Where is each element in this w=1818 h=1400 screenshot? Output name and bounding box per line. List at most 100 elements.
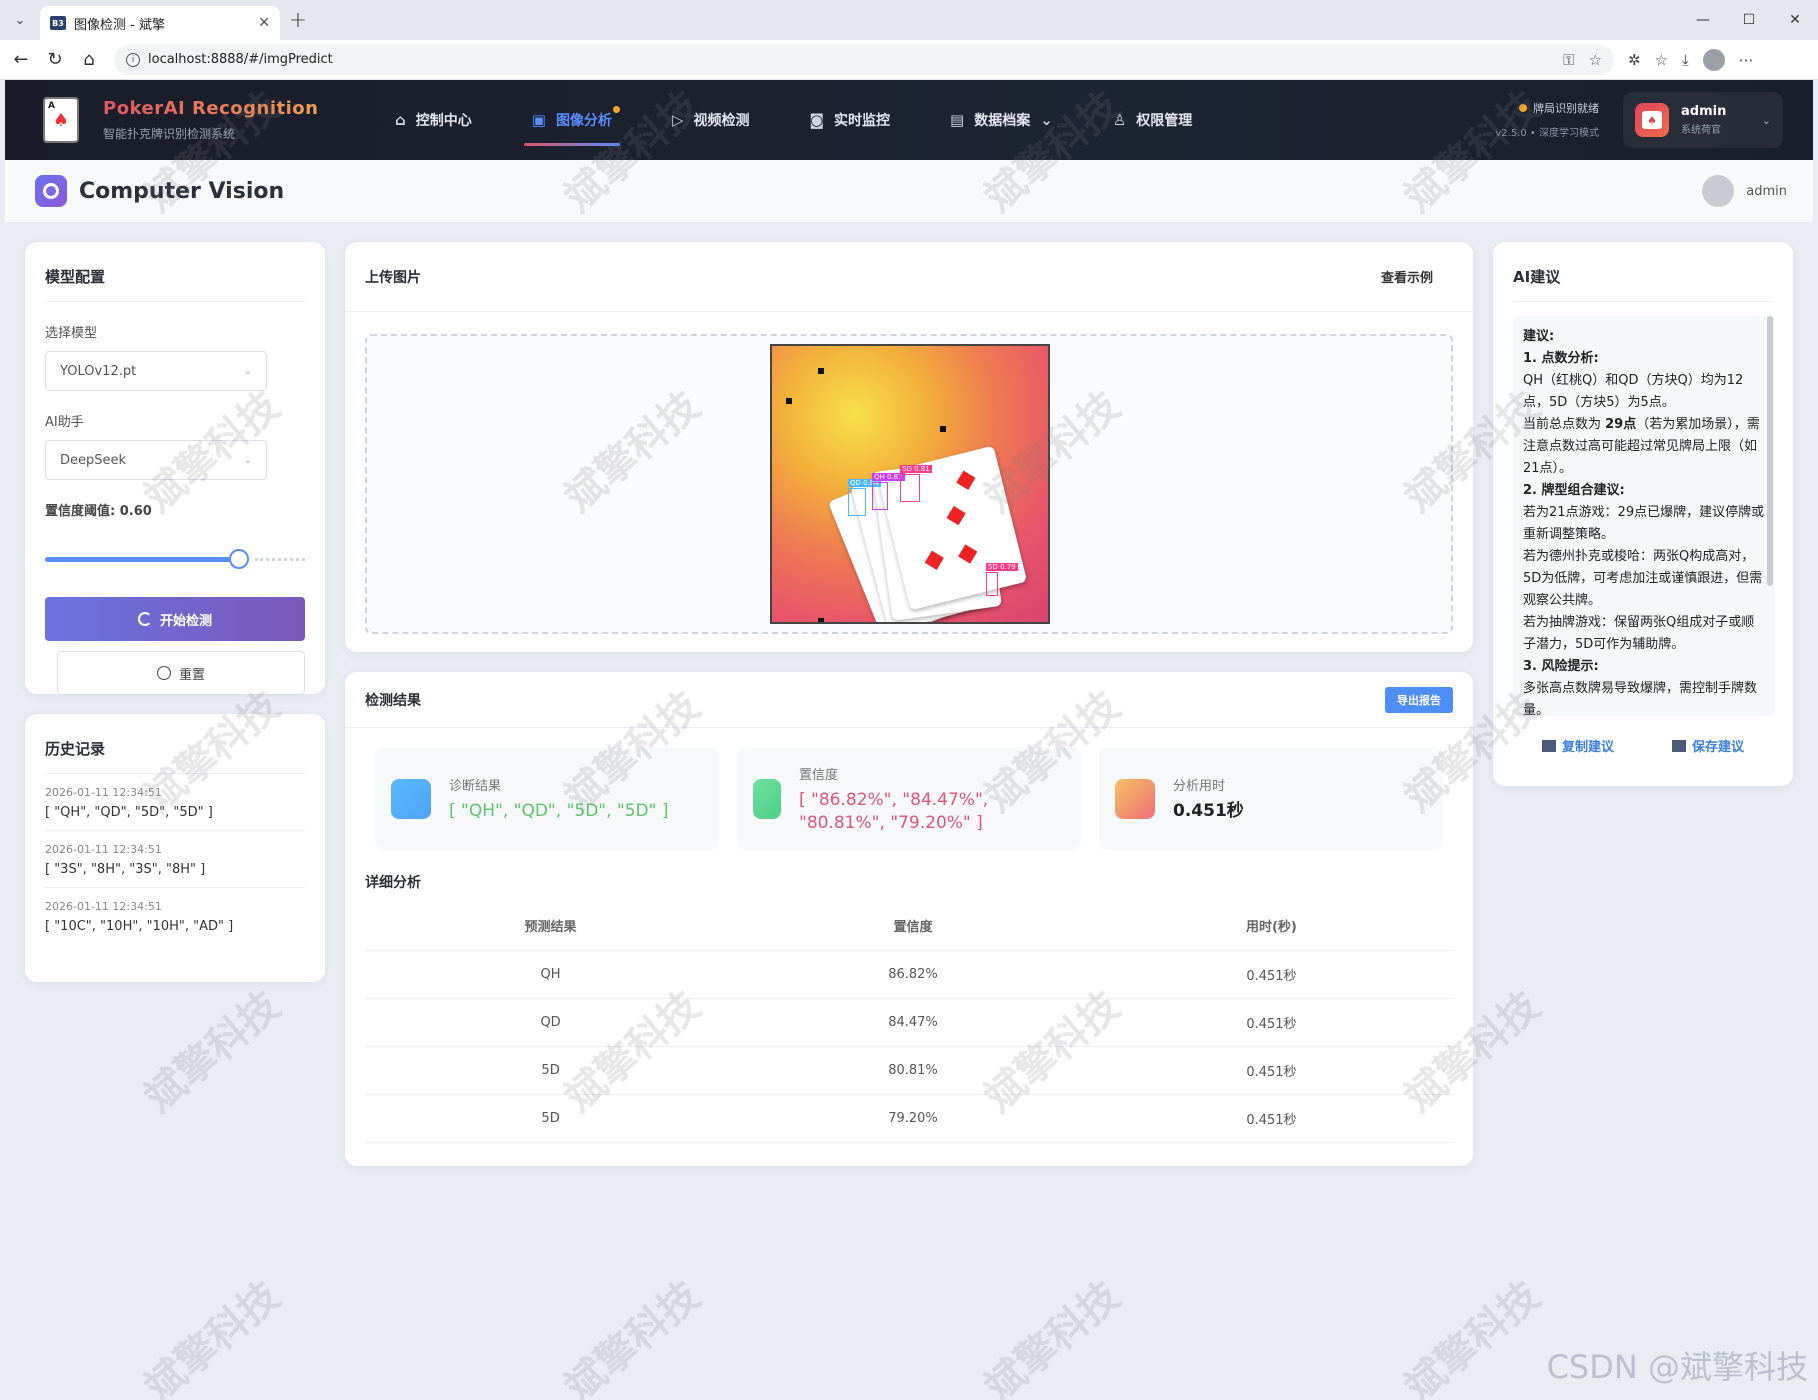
bookmark-star-icon[interactable]: ☆ (1589, 51, 1602, 69)
url-text: localhost:8888/#/imgPredict (148, 52, 333, 67)
metric-icon (1115, 779, 1155, 819)
download-icon[interactable]: ⤓ (1682, 51, 1689, 69)
nav-label: 权限管理 (1136, 113, 1193, 129)
metric-value: [ "QH", "QD", "5D", "5D" ] (449, 801, 669, 822)
browser-tab[interactable]: B3 图像检测 - 斌擎 ✕ (40, 6, 280, 40)
url-input[interactable]: i localhost:8888/#/imgPredict ⚿ ☆ (114, 44, 1614, 75)
subheader-user[interactable]: admin (1702, 175, 1787, 207)
user-icon: ♙ (1112, 111, 1127, 129)
detected-image: QD 0.84 QH 0.87 5D 0.81 5D 0.79 (770, 344, 1050, 624)
copy-icon (1541, 739, 1556, 752)
chevron-down-icon: ⌄ (243, 454, 252, 466)
table-cell: 5D (365, 1094, 737, 1143)
detection-results-panel: 检测结果 导出报告 诊断结果 [ "QH", "QD", "5D", "5D" … (345, 672, 1473, 1166)
nav-item-image-analysis[interactable]: ▣ 图像分析 (502, 80, 642, 160)
table-cell: 0.451秒 (1089, 1094, 1453, 1143)
status-text: 牌局识别就绪 (1533, 102, 1599, 115)
history-time: 2026-01-11 12:34:51 (45, 786, 162, 799)
model-select[interactable]: YOLOv12.pt ⌄ (45, 351, 267, 391)
profile-avatar[interactable] (1702, 48, 1725, 71)
tab-close-icon[interactable]: ✕ (258, 15, 270, 31)
watermark-text: 斌擎科技 (1396, 1273, 1549, 1400)
browser-tab-bar: ⌄ B3 图像检测 - 斌擎 ✕ + — ☐ ✕ (0, 0, 1818, 40)
nav-item-dashboard[interactable]: ⌂ 控制中心 (365, 80, 502, 160)
version-text: v2.5.0 • 深度学习模式 (1495, 128, 1599, 139)
new-tab-plus-icon[interactable]: + (280, 2, 316, 38)
start-detection-button[interactable]: 开始检测 (45, 597, 305, 641)
advice-text: 多张高点数牌易导致爆牌，需控制手牌数量。 (1523, 681, 1758, 716)
column-header: 用时(秒) (1089, 902, 1453, 951)
brand-subtitle: 智能扑克牌识别检测系统 (103, 127, 236, 141)
computer-vision-icon (35, 175, 67, 207)
home-page-icon[interactable]: ⌂ (72, 43, 106, 77)
nav-item-permissions[interactable]: ♙ 权限管理 (1083, 80, 1222, 160)
table-cell: 0.451秒 (1089, 1046, 1453, 1095)
image-drop-zone[interactable]: QD 0.84 QH 0.87 5D 0.81 5D 0.79 (365, 334, 1453, 634)
list-item[interactable]: 2026-01-11 12:34:51 [ "3S", "8H", "3S", … (45, 831, 305, 888)
copy-advice-button[interactable]: 复制建议 (1541, 736, 1614, 755)
table-cell: 5D (365, 1046, 737, 1095)
tab-list-chevron-icon[interactable]: ⌄ (0, 0, 40, 40)
history-panel: 历史记录 2026-01-11 12:34:51 [ "QH", "QD", "… (25, 714, 325, 982)
confidence-slider[interactable] (45, 549, 305, 569)
panel-title: 检测结果 (365, 692, 421, 709)
favorites-icon[interactable]: ☆ (1655, 51, 1668, 69)
key-icon[interactable]: ⚿ (1563, 51, 1574, 69)
metric-value: [ "86.82%", "84.47%", "80.81%", "79.20%"… (799, 790, 989, 833)
metric-card-diagnosis: 诊断结果 [ "QH", "QD", "5D", "5D" ] (375, 748, 719, 850)
app-header: A ♠ PokerAI Recognition 智能扑克牌识别检测系统 ⌂ 控制中… (5, 80, 1813, 160)
clock-icon (156, 666, 171, 680)
table-cell: QD (365, 998, 737, 1047)
tab-favicon-icon: B3 (50, 16, 66, 30)
watermark-text: 斌擎科技 (556, 1273, 709, 1400)
panel-title: 历史记录 (45, 738, 305, 774)
table-cell: 86.82% (736, 950, 1090, 999)
history-time: 2026-01-11 12:34:51 (45, 900, 162, 913)
close-window-icon[interactable]: ✕ (1772, 0, 1818, 40)
nav-item-video-detection[interactable]: ▷ 视频检测 (642, 80, 780, 160)
maximize-icon[interactable]: ☐ (1726, 0, 1772, 40)
chevron-down-icon: ⌄ (1761, 113, 1771, 127)
save-advice-button[interactable]: 保存建议 (1671, 736, 1744, 755)
column-header: 置信度 (736, 902, 1090, 951)
save-icon (1671, 739, 1686, 752)
table-cell: 0.451秒 (1089, 998, 1453, 1047)
advice-emphasis: 29点 (1605, 417, 1637, 432)
nav-item-data-archive[interactable]: ▤ 数据档案 ⌄ (920, 80, 1083, 160)
model-config-panel: 模型配置 选择模型 YOLOv12.pt ⌄ AI助手 DeepSeek ⌄ 置… (25, 242, 325, 695)
user-avatar: ♠ (1635, 103, 1669, 137)
advice-text: 当前总点数为 (1523, 417, 1606, 432)
extensions-icon[interactable]: ✲ (1628, 51, 1641, 69)
user-menu[interactable]: ♠ admin 系统荷官 ⌄ (1623, 92, 1783, 148)
detection-box: 5D 0.81 (900, 465, 932, 502)
advice-heading: 2. 牌型组合建议: (1523, 483, 1625, 498)
scrollbar[interactable] (1767, 316, 1773, 586)
table-row: QD 84.47% 0.451秒 (365, 998, 1453, 1047)
panel-title: 模型配置 (45, 266, 305, 302)
reload-icon[interactable]: ↻ (38, 43, 72, 77)
table-header-row: 预测结果 置信度 用时(秒) (365, 902, 1453, 951)
more-menu-icon[interactable]: ⋯ (1739, 51, 1754, 69)
history-time: 2026-01-11 12:34:51 (45, 843, 162, 856)
ai-advice-text[interactable]: 建议: 1. 点数分析: QH（红桃Q）和QD（方块Q）均为12点，5D（方块5… (1513, 316, 1775, 716)
history-values: [ "QH", "QD", "5D", "5D" ] (45, 805, 213, 820)
ai-advice-panel: AI建议 建议: 1. 点数分析: QH（红桃Q）和QD（方块Q）均为12点，5… (1493, 242, 1793, 786)
address-bar: ← ↻ ⌂ i localhost:8888/#/imgPredict ⚿ ☆ … (0, 40, 1818, 80)
export-report-button[interactable]: 导出报告 (1385, 686, 1453, 713)
advice-heading: 1. 点数分析: (1523, 351, 1599, 366)
site-info-icon[interactable]: i (126, 52, 140, 67)
list-item[interactable]: 2026-01-11 12:34:51 [ "QH", "QD", "5D", … (45, 774, 305, 831)
slider-fill (45, 557, 233, 562)
nav-item-live-monitor[interactable]: ◙ 实时监控 (779, 80, 920, 160)
brand-title: PokerAI Recognition (103, 98, 319, 119)
reset-button[interactable]: 重置 (57, 651, 305, 695)
assistant-select[interactable]: DeepSeek ⌄ (45, 440, 267, 480)
detection-box: 5D 0.79 (986, 563, 1018, 596)
column-header: 预测结果 (365, 902, 737, 951)
slider-handle[interactable] (229, 549, 249, 569)
back-arrow-icon[interactable]: ← (4, 43, 38, 77)
detail-table: 预测结果 置信度 用时(秒) QH 86.82% 0.451秒 QD 84.47… (365, 902, 1453, 1143)
minimize-icon[interactable]: — (1680, 0, 1726, 40)
view-example-link[interactable]: 查看示例 (1381, 267, 1433, 286)
list-item[interactable]: 2026-01-11 12:34:51 [ "10C", "10H", "10H… (45, 888, 305, 944)
